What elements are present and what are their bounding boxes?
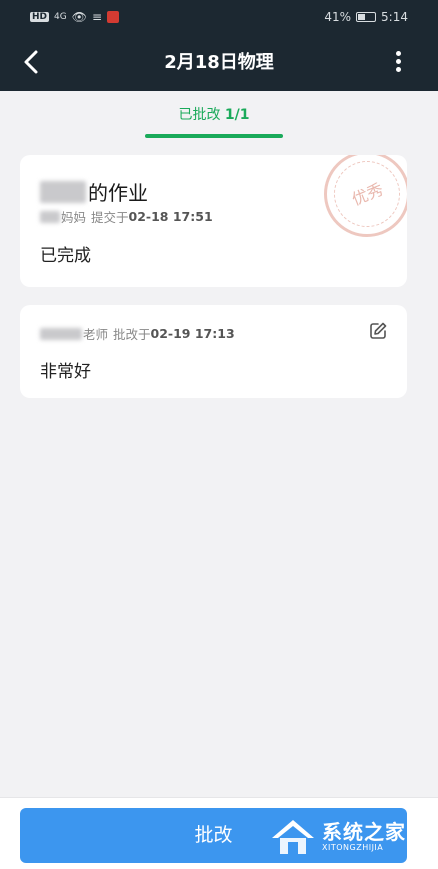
bottom-bar: 批改 <box>0 797 438 869</box>
review-button[interactable]: 批改 <box>20 808 407 863</box>
reviewer-name-redacted <box>40 327 82 340</box>
battery-fill <box>358 14 365 20</box>
review-content: 非常好 <box>40 362 91 382</box>
nav-bar: 2月18日物理 <box>0 34 438 91</box>
submitter-name-redacted <box>40 210 60 223</box>
clock: 5:14 <box>381 10 408 24</box>
edit-icon <box>370 322 387 339</box>
review-card: 老师 批改于 02-19 17:13 非常好 <box>20 305 407 398</box>
submit-label: 提交于 <box>91 210 129 225</box>
battery-icon <box>356 12 377 22</box>
battery-percent: 41% <box>324 10 352 24</box>
excellent-stamp: 优秀 <box>324 155 407 237</box>
reviewer-suffix: 老师 <box>83 327 109 342</box>
signal-icon: 4G <box>54 12 67 22</box>
student-name-redacted <box>40 180 86 203</box>
more-button[interactable] <box>396 51 402 73</box>
more-vertical-icon <box>396 51 401 56</box>
status-bar: HD 4G 👁 ≡ 41% 5:14 <box>0 0 438 34</box>
edit-button[interactable] <box>369 322 387 340</box>
submitter-suffix: 妈妈 <box>61 210 87 225</box>
tab-underline <box>145 134 283 138</box>
page-title: 2月18日物理 <box>164 52 274 73</box>
hd-badge: HD <box>30 12 50 22</box>
vibrate-icon: ≡ <box>91 10 103 24</box>
eye-icon: 👁 <box>71 10 87 24</box>
submit-meta: 妈妈 提交于 02-18 17:51 <box>40 207 213 226</box>
review-label: 批改于 <box>113 327 151 342</box>
homework-card[interactable]: 优秀 的作业 妈妈 提交于 02-18 17:51 已完成 <box>20 155 407 287</box>
tab-label: 已批改 <box>178 107 221 123</box>
tab-count: 1/1 <box>224 107 250 123</box>
tab-reviewed[interactable]: 已批改 1/1 <box>145 104 283 138</box>
homework-content: 已完成 <box>40 246 91 266</box>
status-left: HD 4G 👁 ≡ <box>30 10 120 24</box>
submit-time: 02-18 17:51 <box>128 209 213 224</box>
app-notification-icon <box>107 11 120 23</box>
status-right: 41% 5:14 <box>324 10 408 24</box>
review-meta: 老师 批改于 02-19 17:13 <box>40 324 235 343</box>
homework-title-text: 的作业 <box>88 181 148 205</box>
review-time: 02-19 17:13 <box>150 326 235 341</box>
homework-title: 的作业 <box>40 177 148 206</box>
